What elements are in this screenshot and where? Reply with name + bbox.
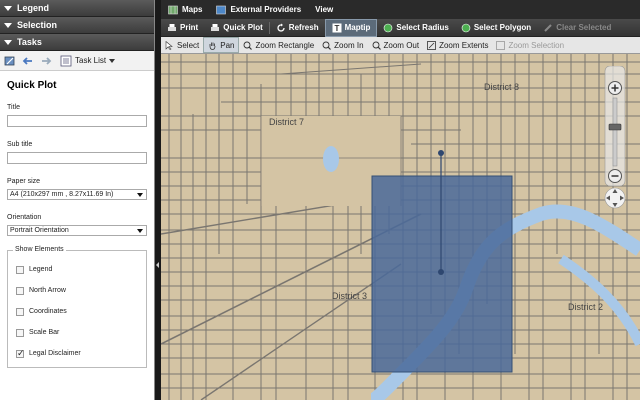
collapse-left-icon[interactable] (156, 262, 159, 268)
zoom-selection-icon (496, 40, 506, 50)
element-north-arrow-option[interactable]: North Arrow (16, 280, 140, 301)
zoom-rectangle-icon (244, 41, 253, 50)
accordion-selection[interactable]: Selection (0, 17, 154, 34)
zoom-out-button[interactable]: Zoom Out (368, 37, 424, 53)
clear-selected-button[interactable]: Clear Selected (537, 19, 617, 37)
accordion-legend[interactable]: Legend (0, 0, 154, 17)
forward-arrow-icon[interactable] (40, 55, 52, 67)
legend-checkbox[interactable] (16, 265, 24, 274)
north-arrow-checkbox[interactable] (16, 286, 24, 295)
scale-bar-checkbox[interactable] (16, 328, 24, 337)
center-point[interactable] (438, 269, 444, 275)
select-polygon-icon (461, 23, 471, 32)
district-7-label: District 7 (269, 117, 305, 127)
select-polygon-button[interactable]: Select Polygon (455, 19, 537, 37)
zoom-selection-button[interactable]: Zoom Selection (492, 37, 568, 53)
globe-icon (216, 5, 227, 15)
element-coordinates-option[interactable]: Coordinates (16, 301, 140, 322)
zoom-rectangle-button[interactable]: Zoom Rectangle (239, 37, 318, 53)
district-8-label: District 8 (484, 82, 520, 92)
maptip-icon: T (332, 23, 342, 33)
print-button[interactable]: Print (161, 19, 204, 37)
chevron-down-icon (137, 192, 143, 197)
task-settings-icon[interactable] (4, 55, 16, 67)
task-list-button[interactable]: Task List (60, 55, 116, 67)
zoom-in-icon[interactable] (608, 81, 622, 95)
refresh-icon (277, 23, 285, 32)
printer-icon (168, 23, 176, 31)
zoom-slider-track[interactable] (612, 97, 618, 167)
menu-bar: Maps External Providers View (161, 0, 640, 19)
quick-plot-form: Quick Plot Title Sub title Paper size A4… (0, 71, 154, 374)
legal-disclaimer-checkbox[interactable] (16, 348, 25, 359)
pan-arrows-icon[interactable] (604, 187, 626, 209)
collapse-icon (4, 5, 12, 11)
zoom-in-icon (322, 41, 332, 50)
task-list-label: Task List (75, 56, 107, 65)
paper-size-label: Paper size (7, 178, 41, 185)
refresh-button[interactable]: Refresh (270, 19, 325, 37)
menu-view[interactable]: View (308, 5, 340, 14)
element-legal-disclaimer-option[interactable]: Legal Disclaimer (16, 343, 140, 364)
zoom-out-icon[interactable] (608, 169, 622, 183)
paper-size-select[interactable]: A4 (210x297 mm , 8.27x11.69 In) (7, 189, 147, 200)
map-area: Maps External Providers View Print Quick… (161, 0, 640, 400)
menu-external-providers[interactable]: External Providers (209, 5, 308, 15)
title-label: Title (7, 104, 20, 111)
orientation-label: Orientation (7, 214, 42, 221)
subtitle-input[interactable] (7, 152, 147, 164)
zoom-in-button[interactable]: Zoom In (318, 37, 367, 53)
select-radius-icon (384, 23, 393, 32)
map-icon (168, 5, 178, 15)
district-3-label: District 3 (332, 291, 368, 301)
cursor-icon (165, 40, 173, 50)
clear-icon (544, 23, 552, 32)
accordion-tasks[interactable]: Tasks (0, 34, 154, 51)
maptip-button[interactable]: T Maptip (324, 18, 378, 37)
select-tool-button[interactable]: Select (161, 37, 203, 53)
task-title: Quick Plot (7, 80, 57, 91)
chevron-down-icon (109, 58, 116, 63)
collapse-icon (4, 39, 12, 45)
orientation-select[interactable]: Portrait Orientation (7, 225, 147, 236)
svg-text:T: T (334, 24, 339, 33)
left-panel: Legend Selection Tasks Task List Quick P (0, 0, 155, 400)
pan-tool-button[interactable]: Pan (203, 37, 240, 53)
show-elements-group: Show Elements Legend North Arrow Coordin… (7, 246, 147, 368)
show-elements-label: Show Elements (13, 246, 66, 253)
coordinates-checkbox[interactable] (16, 307, 24, 316)
menu-maps[interactable]: Maps (161, 5, 209, 15)
select-radius-button[interactable]: Select Radius (377, 19, 454, 37)
zoom-extents-button[interactable]: Zoom Extents (423, 37, 492, 53)
map-canvas[interactable]: District 7 District 8 District 3 Distric… (161, 54, 640, 400)
radius-handle[interactable] (438, 150, 444, 156)
collapse-icon (4, 22, 12, 28)
map-svg (161, 54, 640, 400)
element-scale-bar-option[interactable]: Scale Bar (16, 322, 140, 343)
subtitle-label: Sub title (7, 141, 33, 148)
zoom-extents-icon (427, 40, 436, 50)
element-legend-option[interactable]: Legend (16, 259, 140, 280)
pan-icon (209, 42, 216, 50)
task-toolbar: Task List (0, 51, 154, 71)
primary-toolbar: Print Quick Plot Refresh T Maptip Select… (161, 18, 640, 37)
lake (323, 146, 339, 172)
back-arrow-icon[interactable] (22, 55, 34, 67)
quick-plot-button[interactable]: Quick Plot (204, 19, 269, 37)
navigation-toolbar: Select Pan Zoom Rectangle Zoom In Zoom O… (161, 37, 640, 54)
chevron-down-icon (137, 228, 143, 233)
printer-icon (211, 23, 220, 31)
zoom-slider-thumb[interactable] (608, 123, 622, 131)
title-input[interactable] (7, 115, 147, 127)
list-icon (60, 55, 72, 67)
district-2-label: District 2 (568, 302, 604, 312)
zoom-out-icon (372, 41, 381, 50)
